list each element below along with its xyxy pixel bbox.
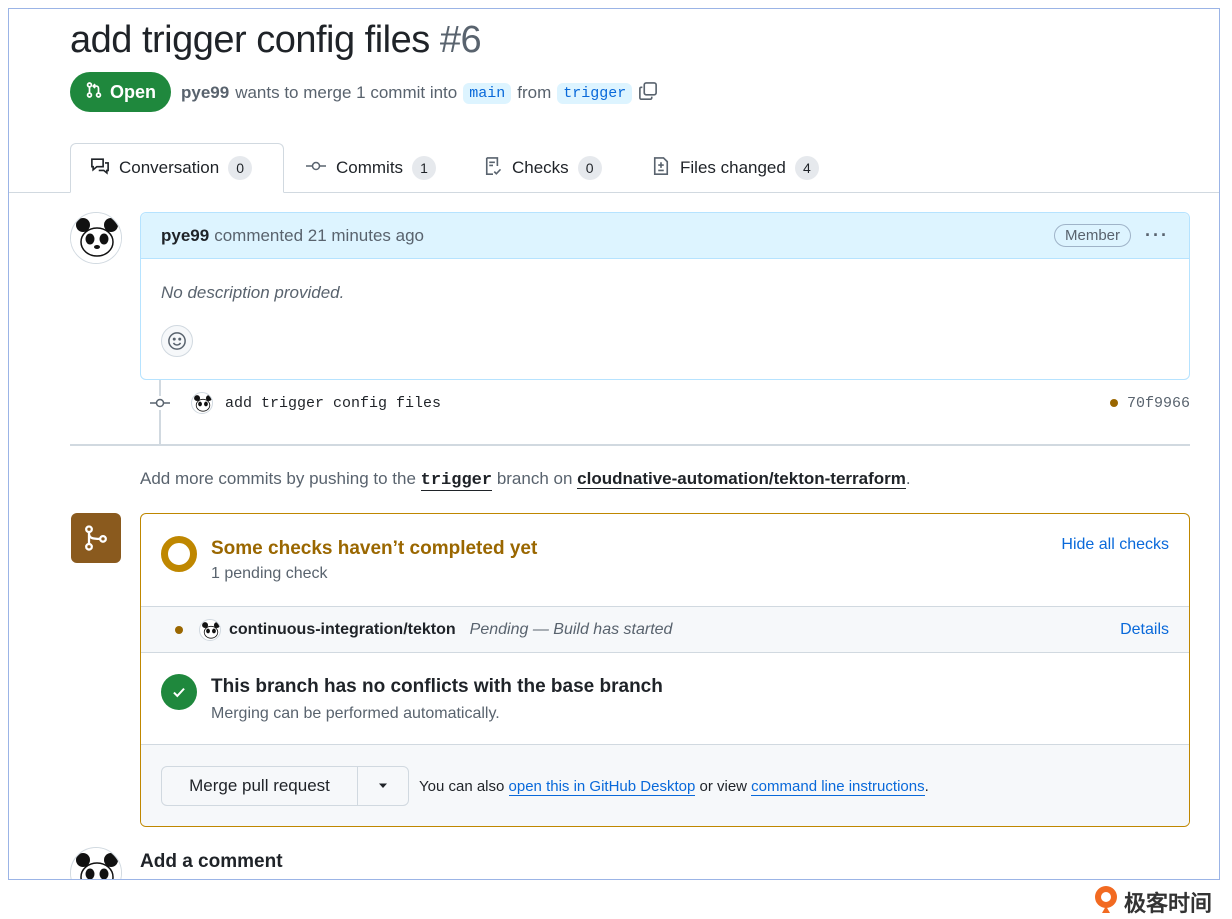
status-label: Open	[109, 81, 156, 102]
check-circle-icon	[161, 674, 197, 710]
tab-files-changed[interactable]: Files changed 4	[651, 143, 819, 193]
copy-icon[interactable]	[638, 81, 658, 106]
member-badge: Member	[1054, 224, 1132, 247]
tab-conversation[interactable]: Conversation 0	[70, 143, 284, 193]
git-merge-icon	[71, 513, 121, 563]
git-pull-request-icon	[85, 81, 103, 104]
merge-alternatives: You can also open this in GitHub Desktop…	[419, 778, 929, 796]
avatar[interactable]	[191, 392, 213, 414]
tab-label: Conversation	[119, 158, 220, 177]
hint-text: .	[905, 469, 911, 488]
file-diff-icon	[651, 156, 671, 181]
tab-label: Files changed	[680, 158, 786, 177]
watermark-text: 极客时间	[1124, 891, 1213, 917]
alt-text: You can also	[419, 778, 505, 795]
comment-meta[interactable]: commented 21 minutes ago	[214, 226, 424, 246]
head-branch[interactable]: trigger	[557, 82, 633, 104]
merge-text: wants to merge 1 commit into	[235, 83, 458, 102]
command-line-link[interactable]: command line instructions	[751, 778, 925, 796]
comment-discussion-icon	[90, 156, 110, 181]
hint-text: Add more commits by pushing to the	[140, 469, 416, 488]
pending-status-dot	[175, 625, 183, 634]
triangle-down-icon	[377, 777, 389, 795]
avatar	[199, 618, 221, 641]
check-item: continuous-integration/tekton Pending — …	[141, 606, 1189, 653]
tab-label: Commits	[336, 158, 404, 177]
tab-counter: 4	[794, 156, 819, 180]
tab-label: Checks	[512, 158, 569, 177]
from-text: from	[517, 83, 552, 102]
commit-sha[interactable]: 70f9966	[1127, 395, 1190, 412]
details-link[interactable]: Details	[1120, 621, 1169, 639]
avatar[interactable]	[70, 212, 122, 264]
pr-tabs: Conversation 0 Commits 1 Checks 0 Files …	[9, 143, 1219, 193]
tab-counter: 0	[228, 156, 253, 180]
author-link[interactable]: pye99	[181, 83, 229, 103]
comment-author[interactable]: pye99	[161, 226, 209, 246]
pull-request-page: add trigger config files #6 Open pye99 w…	[8, 8, 1220, 880]
merge-method-dropdown[interactable]	[358, 767, 408, 805]
checks-summary: Some checks haven’t completed yet 1 pend…	[141, 514, 1189, 607]
watermark: 极客时间	[1092, 884, 1212, 919]
conflicts-title: This branch has no conflicts with the ba…	[211, 676, 663, 697]
conflicts-status: This branch has no conflicts with the ba…	[141, 653, 1189, 745]
pr-description-comment: pye99 commented 21 minutes ago Member ··…	[140, 212, 1190, 380]
merge-button-group: Merge pull request	[161, 766, 409, 806]
tab-counter: 1	[412, 156, 437, 180]
comment-body: No description provided.	[161, 283, 345, 302]
base-branch[interactable]: main	[463, 82, 512, 104]
kebab-menu-icon[interactable]: ···	[1145, 225, 1169, 246]
comment-header: pye99 commented 21 minutes ago Member ··…	[141, 213, 1189, 259]
merge-actions: Merge pull request You can also open thi…	[141, 745, 1189, 826]
check-status: Pending — Build has started	[469, 620, 673, 638]
commit-row: add trigger config files 70f9966	[149, 392, 1190, 414]
pr-number: #6	[439, 19, 482, 61]
pending-ring-icon	[161, 536, 197, 572]
alt-text: or view	[699, 778, 747, 795]
status-badge: Open	[70, 72, 171, 112]
push-hint: Add more commits by pushing to the trigg…	[140, 469, 911, 491]
tab-counter: 0	[577, 156, 602, 180]
alt-text: .	[924, 778, 929, 795]
git-commit-icon	[305, 158, 327, 178]
repo-link[interactable]: cloudnative-automation/tekton-terraform	[577, 469, 906, 489]
smiley-icon[interactable]	[161, 325, 193, 357]
hint-branch: trigger	[420, 471, 493, 491]
merge-pull-request-button[interactable]: Merge pull request	[162, 767, 358, 805]
hint-text: branch on	[496, 469, 573, 488]
page-title: add trigger config files #6	[70, 19, 482, 62]
commit-message[interactable]: add trigger config files	[225, 395, 441, 412]
hide-checks-link[interactable]: Hide all checks	[1061, 536, 1169, 554]
git-commit-icon	[149, 396, 171, 410]
avatar	[70, 847, 122, 879]
checks-title: Some checks haven’t completed yet	[211, 538, 538, 559]
checklist-icon	[483, 156, 503, 181]
merge-box: Some checks haven’t completed yet 1 pend…	[140, 513, 1190, 827]
check-name: continuous-integration/tekton	[229, 620, 456, 638]
pr-title: add trigger config files	[70, 19, 430, 61]
pr-meta: pye99 wants to merge 1 commit into main …	[181, 79, 658, 107]
commit-status: 70f9966	[1109, 395, 1190, 412]
conflicts-subtitle: Merging can be performed automatically.	[211, 705, 500, 722]
github-desktop-link[interactable]: open this in GitHub Desktop	[508, 778, 696, 796]
add-comment-heading: Add a comment	[140, 851, 283, 872]
geektime-logo-icon	[1092, 884, 1120, 919]
tab-checks[interactable]: Checks 0	[483, 143, 602, 193]
timeline-divider	[70, 444, 1190, 446]
tab-commits[interactable]: Commits 1	[305, 143, 437, 193]
checks-subtitle: 1 pending check	[211, 565, 328, 582]
pending-status-dot[interactable]	[1109, 399, 1118, 407]
